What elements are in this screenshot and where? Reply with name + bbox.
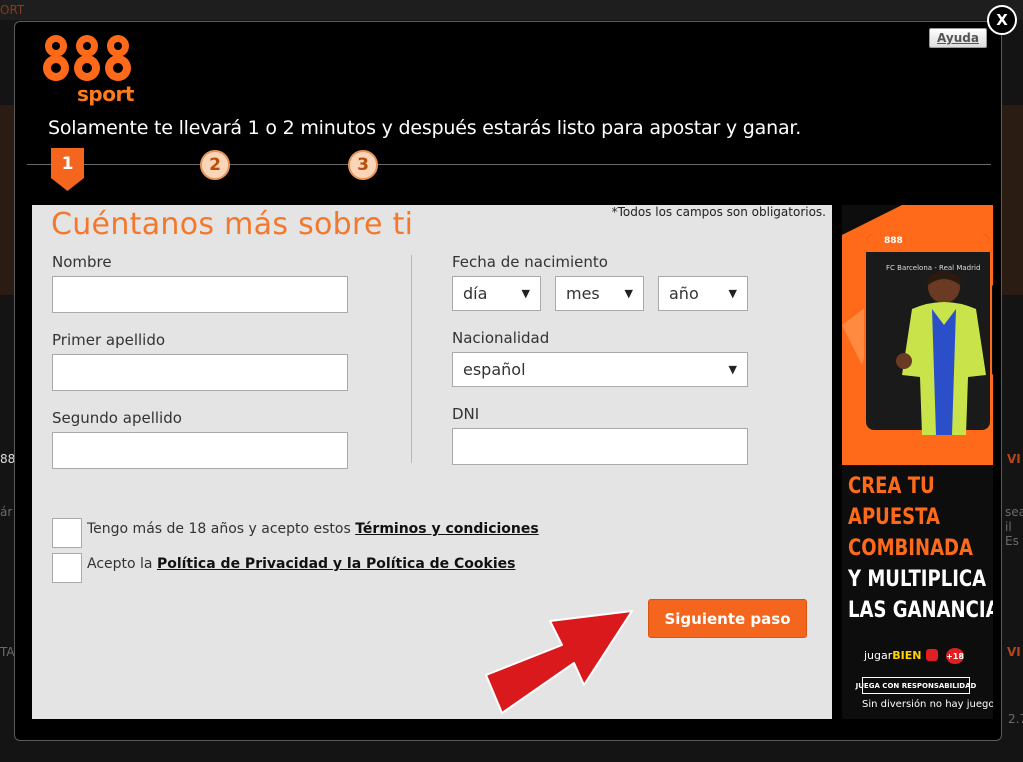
phone-brand-label: 888	[884, 236, 903, 246]
background-fragment: VI	[1007, 645, 1021, 659]
nombre-label: Nombre	[52, 253, 112, 271]
nombre-input[interactable]	[52, 276, 348, 313]
background-fragment: il Es	[1005, 520, 1019, 548]
background-fragment: ár	[0, 505, 13, 519]
ano-select[interactable]: año ▼	[658, 276, 748, 311]
background-fragment: sea	[1005, 505, 1023, 519]
step-1-active: 1	[51, 148, 84, 192]
background-fragment: 88	[0, 452, 16, 466]
age-18-badge: +18	[946, 648, 964, 664]
dia-select[interactable]: día ▼	[452, 276, 541, 311]
registration-modal: sport Ayuda Solamente te llevará 1 o 2 m…	[14, 21, 1002, 741]
football-player-icon	[896, 271, 986, 435]
background-fragment: TA	[0, 645, 15, 659]
form-title: Cuéntanos más sobre ti	[51, 207, 414, 242]
fun-note: Sin diversión no hay juego	[862, 699, 993, 710]
jugarbien-logo: jugarBIEN	[864, 649, 921, 662]
age-terms-text: Tengo más de 18 años y acepto estos	[87, 521, 356, 537]
promo-headline-line: COMBINADA	[848, 536, 973, 561]
promo-headline-line: Y MULTIPLICA	[848, 567, 987, 592]
privacy-cookies-link[interactable]: Política de Privacidad y la Política de …	[157, 556, 516, 572]
888sport-logo: sport	[41, 32, 135, 106]
step-1-label: 1	[61, 154, 74, 174]
privacy-text: Acepto la	[87, 556, 157, 572]
mes-select[interactable]: mes ▼	[555, 276, 644, 311]
logo-sport-text: sport	[77, 82, 134, 106]
step-2-label: 2	[209, 155, 221, 175]
dni-input[interactable]	[452, 428, 748, 465]
steps-progress-line	[27, 164, 991, 165]
promo-headline: CREA TU APUESTA COMBINADA Y MULTIPLICA L…	[848, 471, 993, 626]
segundo-apellido-label: Segundo apellido	[52, 409, 182, 427]
segundo-apellido-input[interactable]	[52, 432, 348, 469]
close-modal-button[interactable]: X	[987, 5, 1017, 35]
fecha-nacimiento-label: Fecha de nacimiento	[452, 253, 608, 271]
hand-stop-icon	[926, 649, 938, 661]
jugar-text: jugar	[864, 649, 893, 662]
promo-headline-line: CREA TU	[848, 474, 935, 499]
step-3: 3	[348, 150, 378, 180]
background-site-label: ORT	[0, 3, 25, 17]
tagline: Solamente te llevará 1 o 2 minutos y des…	[48, 117, 802, 139]
dia-select-value: día	[463, 284, 488, 303]
terms-conditions-link[interactable]: Términos y condiciones	[355, 521, 538, 537]
primer-apellido-label: Primer apellido	[52, 331, 166, 349]
privacy-checkbox[interactable]	[52, 553, 82, 583]
step-3-label: 3	[357, 155, 369, 175]
age-terms-label: Tengo más de 18 años y acepto estos Térm…	[87, 521, 539, 537]
column-divider	[411, 255, 412, 463]
age-terms-checkbox[interactable]	[52, 518, 82, 548]
promo-headline-line: APUESTA	[848, 505, 941, 530]
responsible-gaming-box: JUEGA CON RESPONSABILIDAD	[856, 677, 976, 694]
promo-headline-line: LAS GANANCIAS	[848, 598, 993, 623]
personal-details-form: Cuéntanos más sobre ti *Todos los campos…	[32, 205, 832, 719]
ano-select-value: año	[669, 284, 699, 303]
nacionalidad-select-value: español	[463, 360, 526, 379]
background-fragment: 2.7	[1008, 712, 1023, 726]
chevron-down-icon: ▼	[521, 287, 530, 300]
required-fields-note: *Todos los campos son obligatorios.	[611, 205, 826, 219]
next-step-button[interactable]: Siguiente paso	[648, 599, 807, 638]
chevron-down-icon: ▼	[728, 287, 737, 300]
mes-select-value: mes	[566, 284, 600, 303]
red-pointer-arrow-icon	[485, 610, 633, 714]
dni-label: DNI	[452, 405, 480, 423]
help-button[interactable]: Ayuda	[929, 28, 987, 48]
nacionalidad-label: Nacionalidad	[452, 329, 550, 347]
background-header	[0, 0, 1023, 20]
promo-banner[interactable]: 888 FC Barcelona - Real Madrid CREA TU A…	[842, 205, 993, 719]
chevron-down-icon: ▼	[624, 287, 633, 300]
privacy-label: Acepto la Política de Privacidad y la Po…	[87, 556, 515, 572]
background-fragment: VI	[1007, 452, 1021, 466]
chevron-down-icon: ▼	[728, 363, 737, 376]
step-2: 2	[200, 150, 230, 180]
bien-text: BIEN	[892, 649, 922, 662]
primer-apellido-input[interactable]	[52, 354, 348, 391]
nacionalidad-select[interactable]: español ▼	[452, 352, 748, 387]
